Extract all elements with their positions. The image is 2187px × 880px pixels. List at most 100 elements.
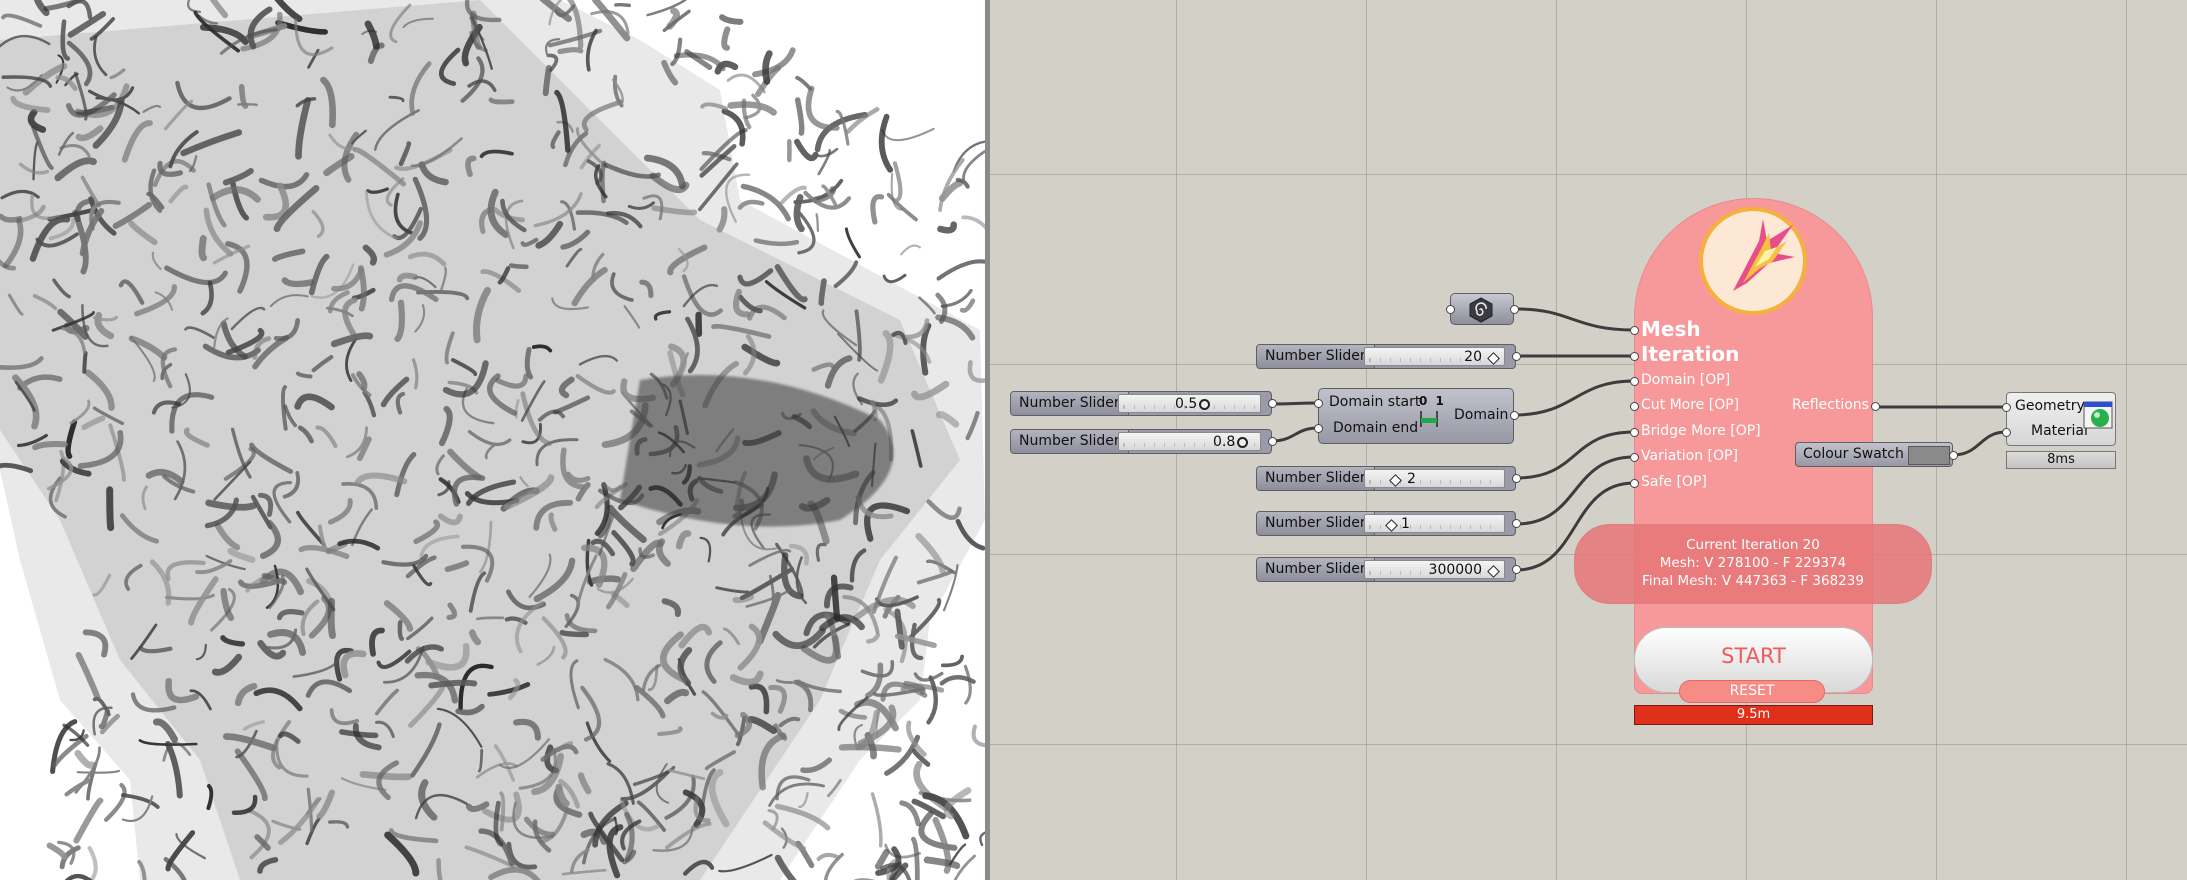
mesh-strand: [816, 852, 840, 861]
mesh-input-bridge-more: Bridge More [OP]: [1641, 423, 1761, 439]
reset-button[interactable]: RESET: [1679, 680, 1825, 703]
mesh-input-port[interactable]: [1630, 377, 1639, 386]
mesh-input-cut-more: Cut More [OP]: [1641, 397, 1740, 413]
mesh-input-domain: Domain [OP]: [1641, 372, 1731, 388]
number-slider-domain-start[interactable]: Number Slider 0.5: [1010, 391, 1272, 416]
slider-grip[interactable]: [1389, 474, 1402, 487]
slider-output-port[interactable]: [1512, 565, 1521, 574]
slider-value: 2: [1407, 471, 1416, 487]
mesh-strand: [817, 149, 832, 176]
status-final-mesh-counts: Final Mesh: V 447363 - F 368239: [1642, 573, 1864, 589]
flower-burst-graphic: [1733, 219, 1795, 291]
param-input-port[interactable]: [1446, 305, 1455, 314]
mesh-strand: [892, 161, 903, 203]
number-slider-iteration[interactable]: Number Slider 20: [1256, 344, 1516, 369]
mesh-strand: [899, 800, 921, 827]
mesh-input-port[interactable]: [1630, 479, 1639, 488]
mesh-strand: [752, 47, 796, 78]
mesh-output-reflections: Reflections: [1792, 397, 1869, 413]
mesh-input-port[interactable]: [1630, 453, 1639, 462]
swatch-label: Colour Swatch: [1803, 446, 1904, 462]
mesh-strand: [762, 50, 773, 85]
mesh-strand: [46, 842, 68, 860]
construct-domain-component[interactable]: Domain start Domain end 0 1 Domain: [1318, 388, 1514, 444]
geometry-input-port[interactable]: [2002, 403, 2011, 412]
slider-output-port[interactable]: [1268, 399, 1277, 408]
mesh-timer-bar: 9.5m: [1634, 705, 1873, 725]
number-slider-bridge[interactable]: Number Slider 2: [1256, 466, 1516, 491]
mesh-strand: [74, 750, 95, 769]
mesh-strand: [104, 782, 127, 822]
slider-track[interactable]: 2: [1364, 469, 1505, 488]
swatch-output-port[interactable]: [1949, 451, 1958, 460]
mesh-strand: [76, 769, 121, 774]
mesh-strand: [818, 278, 827, 306]
number-slider-domain-end[interactable]: Number Slider 0.8: [1010, 429, 1272, 454]
domain-start-port[interactable]: [1314, 399, 1323, 408]
mesh-strand: [962, 150, 985, 183]
preview-timer: 8ms: [2006, 451, 2116, 469]
mesh-strand: [815, 213, 820, 233]
mesh-strand: [508, 263, 529, 270]
slider-output-port[interactable]: [1268, 437, 1277, 446]
slider-label: Number Slider: [1257, 558, 1375, 581]
material-input-port[interactable]: [2002, 428, 2011, 437]
slider-label: Number Slider: [1011, 430, 1129, 453]
number-slider-variation[interactable]: Number Slider 1: [1256, 511, 1516, 536]
mesh-output-port[interactable]: [1871, 402, 1880, 411]
param-output-port[interactable]: [1510, 305, 1519, 314]
mesh-input-port[interactable]: [1630, 352, 1639, 361]
mesh-input-variation: Variation [OP]: [1641, 448, 1738, 464]
swatch-color-box[interactable]: [1908, 446, 1950, 465]
mesh-strand: [476, 616, 505, 621]
colour-swatch-component[interactable]: Colour Swatch: [1795, 442, 1953, 467]
render-viewport[interactable]: [0, 0, 985, 880]
mesh-strand: [198, 235, 208, 262]
slider-grip[interactable]: [1487, 565, 1500, 578]
mesh-input-safe: Safe [OP]: [1641, 474, 1707, 490]
slider-output-port[interactable]: [1512, 352, 1521, 361]
slider-grip[interactable]: [1487, 352, 1500, 365]
mesh-input-port[interactable]: [1630, 428, 1639, 437]
mesh-title-line2: Iteration: [1641, 342, 1740, 366]
domain-icon-text: 0 1: [1419, 394, 1446, 408]
mesh-strand: [881, 127, 935, 142]
mesh-strand: [106, 486, 115, 532]
mesh-strand: [281, 277, 315, 288]
slider-track[interactable]: 1: [1364, 514, 1505, 533]
domain-output-port[interactable]: [1510, 411, 1519, 420]
mesh-strand: [794, 138, 819, 162]
mesh-input-port[interactable]: [1630, 326, 1639, 335]
slider-value: 0.5: [1175, 396, 1198, 412]
custom-preview-component[interactable]: Geometry Material: [2006, 392, 2116, 446]
slider-grip[interactable]: [1385, 519, 1398, 532]
mesh-strand: [937, 221, 957, 234]
slider-grip[interactable]: [1199, 399, 1210, 410]
mesh-strand: [963, 664, 972, 705]
flower-burst-icon: [1699, 207, 1807, 315]
slider-label: Number Slider: [1011, 392, 1129, 415]
slider-output-port[interactable]: [1512, 474, 1521, 483]
mesh-strand: [719, 14, 744, 25]
slider-track[interactable]: 0.5: [1118, 394, 1261, 413]
mesh-strand: [961, 215, 985, 230]
mesh-strand: [87, 845, 98, 880]
mesh-strand: [670, 37, 683, 67]
slider-track[interactable]: 300000: [1364, 560, 1505, 579]
mesh-strand: [721, 26, 731, 51]
slider-output-port[interactable]: [1512, 519, 1521, 528]
slider-track[interactable]: 20: [1364, 347, 1505, 366]
mesh-title-line1: Mesh: [1641, 317, 1701, 341]
domain-end-port[interactable]: [1314, 424, 1323, 433]
domain-start-label: Domain start: [1329, 394, 1421, 410]
domain-output-label: Domain: [1454, 407, 1509, 423]
geometry-param-component[interactable]: [1450, 293, 1514, 325]
slider-track[interactable]: 0.8: [1118, 432, 1261, 451]
mesh-strand: [900, 244, 921, 256]
mesh-strand: [397, 620, 404, 641]
mesh-strand: [805, 85, 840, 131]
mesh-input-port[interactable]: [1630, 402, 1639, 411]
number-slider-safe[interactable]: Number Slider 300000: [1256, 557, 1516, 582]
mesh-strand: [428, 679, 478, 689]
slider-grip[interactable]: [1237, 437, 1248, 448]
